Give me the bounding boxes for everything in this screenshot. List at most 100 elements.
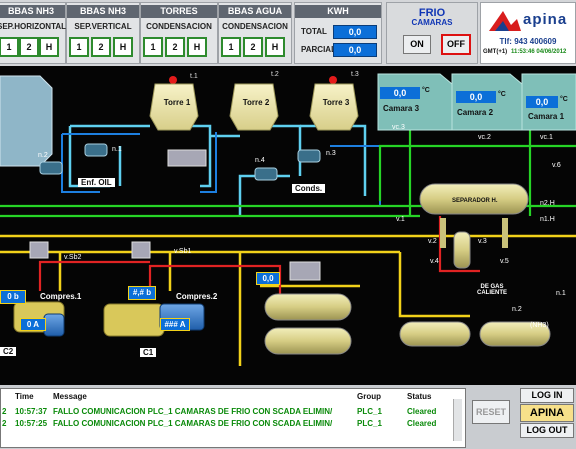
tower-2-button[interactable]: 2 [165,37,185,57]
oil-tank-1[interactable] [399,321,471,347]
pump-n1[interactable] [84,143,108,157]
receiver-tank-lower[interactable] [264,327,352,355]
alarm-row-index: 2 [2,407,7,416]
alarm-panel: Time Message Group Status 2 10:57:37 FAL… [0,386,576,449]
exchanger-value: 0,0 [256,272,280,285]
level-n2-label: n.2 [512,306,522,313]
compressor-2-body [103,303,165,337]
group-bbas-nh3-horizontal: BBAS NH3 SEP.HORIZONTAL 1 2 H [0,2,66,64]
return-pipes [61,132,381,206]
receiver-tanks [264,293,551,355]
tower-2[interactable] [229,83,279,131]
tower-3-body [309,83,359,131]
valve-vc3-label: vc.3 [392,124,405,131]
valve-vc1-label: vc.1 [540,134,553,141]
valve-v2-label: v.2 [428,238,437,245]
tower-1-body [149,83,199,131]
valve-vsb1-label: v.Sb1 [174,248,192,255]
pipe-segment [330,145,381,206]
pump-2-button[interactable]: 2 [19,37,39,57]
alarm-row-status: Cleared [407,407,437,416]
logo-text: apina [523,11,568,28]
camara-3[interactable] [377,73,453,131]
compressor-2-id: C1 [140,348,157,357]
tower-3-status-light [329,76,337,84]
compressor-1-motor [43,313,65,337]
tower-1-status-light [169,76,177,84]
valve-v6-label: v.6 [552,162,561,169]
separador-leg [502,218,508,248]
group-subtitle: CONDENSACION [222,22,288,31]
camara-2-unit: °C [498,91,506,98]
compressor-2-pressure: #,# b [128,286,156,300]
alarm-header-status: Status [407,392,432,401]
reset-button[interactable]: RESET [472,400,510,424]
tower-1-button[interactable]: 1 [143,37,163,57]
user-label: APINA [520,404,574,422]
compressor-1-pressure: 0 b [0,290,26,304]
compressor-1-id: C2 [0,347,17,356]
alarm-header-message: Message [53,392,87,401]
separador-label: SEPARADOR H. [452,198,498,204]
pump-n3[interactable] [297,149,321,163]
pump-h-button[interactable]: H [39,37,59,57]
pump-n2[interactable] [39,161,63,175]
logout-button[interactable]: LOG OUT [520,423,574,438]
camara-3-label: Camara 3 [383,104,420,113]
phone-text: Tlf: 943 400609 [499,37,557,46]
login-button[interactable]: LOG IN [520,388,574,403]
enf-oil-label: Enf. OIL [78,178,115,187]
valve-vsb2-label: v.Sb2 [64,254,82,261]
camara-1-temp: 0,0 [526,96,558,108]
nh3-label: (NH3) [530,322,549,329]
alarm-row-status: Cleared [407,419,437,428]
kwh-total-label: TOTAL [301,27,327,36]
kwh-panel: KWH TOTAL 0,0 PARCIAL 0,0 [294,2,382,64]
group-torres: TORRES CONDENSACION 1 2 H [140,2,218,64]
camara-2-label: Camara 2 [457,108,494,117]
frio-off-button[interactable]: OFF [441,34,471,55]
frio-subtitle: CAMARAS [411,18,453,27]
vertical-separator[interactable] [453,231,471,269]
pump-1-button[interactable]: 1 [0,37,19,57]
alarm-list[interactable]: Time Message Group Status 2 10:57:37 FAL… [0,388,466,448]
valve-station-sb2[interactable] [29,241,49,259]
alarm-scrollbar[interactable] [453,399,462,441]
alarm-header-group: Group [357,392,381,401]
valve-v4-label: v.4 [430,258,439,265]
alarm-row-message: FALLO COMUNICACION PLC_1 CAMARAS DE FRIO… [53,419,333,428]
pump-n4-label: n.4 [255,157,265,164]
pump-n2-label: n.2 [38,152,48,159]
clock-prefix: GMT(+1) [483,49,508,55]
tower-1-label: Torre 1 [163,98,191,107]
tower-3-tag: t.3 [351,71,359,78]
valve-v5-label: v.5 [500,258,509,265]
valve-vc2-label: vc.2 [478,134,491,141]
pump-2-button[interactable]: 2 [243,37,263,57]
tower-3-label: Torre 3 [322,98,350,107]
plate-exchanger[interactable] [289,261,321,281]
alarm-header-time: Time [15,392,34,401]
valve-station-sb1[interactable] [131,241,151,259]
pump-n4[interactable] [254,167,278,181]
pump-2-button[interactable]: 2 [91,37,111,57]
kwh-parcial-value: 0,0 [333,43,377,57]
alarm-row-message: FALLO COMUNICACION PLC_1 CAMARAS DE FRIO… [53,407,333,416]
plant-synoptic: Torre 1 t.1 Torre 2 t.2 Torre 3 t.3 0,0 … [0,66,576,385]
group-title: TORRES [141,5,217,18]
pump-h-button[interactable]: H [113,37,133,57]
oil-cooler-exchanger[interactable] [167,149,207,167]
pump-h-button[interactable]: H [265,37,285,57]
pump-1-button[interactable]: 1 [69,37,89,57]
receiver-tank-upper[interactable] [264,293,352,321]
alarm-row-time: 10:57:25 [15,419,48,428]
group-bbas-nh3-vertical: BBAS NH3 SEP.VERTICAL 1 2 H [66,2,140,64]
frio-on-button[interactable]: ON [403,35,431,54]
compressor-2-current: ### A [160,318,190,331]
pump-1-button[interactable]: 1 [221,37,241,57]
compressor-1-current: 0 A [20,318,46,331]
tower-h-button[interactable]: H [187,37,207,57]
camara-3-body [377,73,453,131]
group-title: BBAS AGUA [219,5,291,18]
kwh-title: KWH [295,5,381,18]
